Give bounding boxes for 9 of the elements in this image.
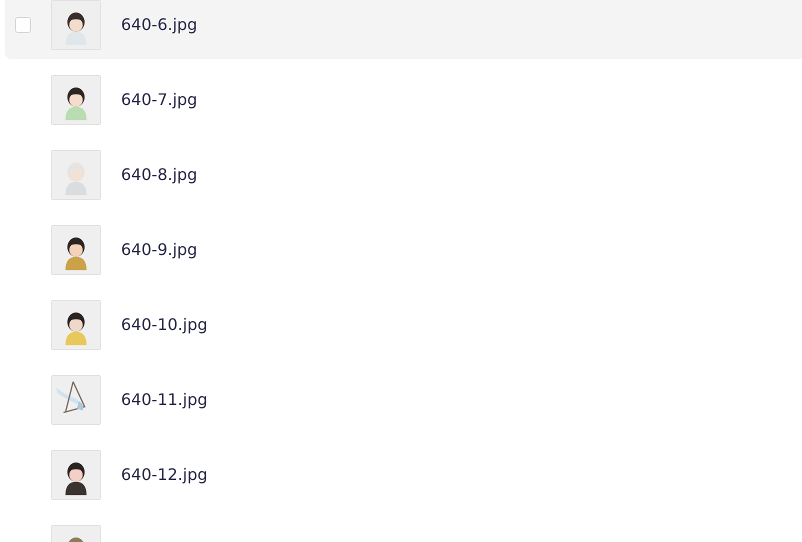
- file-name[interactable]: 640-11.jpg: [121, 390, 208, 409]
- file-name[interactable]: 640-6.jpg: [121, 15, 198, 34]
- file-name[interactable]: 640-12.jpg: [121, 465, 208, 484]
- file-name[interactable]: 640-10.jpg: [121, 315, 208, 334]
- file-name[interactable]: 640-7.jpg: [121, 90, 198, 109]
- file-row[interactable]: 640-6.jpg: [5, 0, 802, 59]
- file-name[interactable]: 640-8.jpg: [121, 165, 198, 184]
- checkbox[interactable]: [15, 16, 31, 32]
- file-name[interactable]: 640-9.jpg: [121, 240, 198, 259]
